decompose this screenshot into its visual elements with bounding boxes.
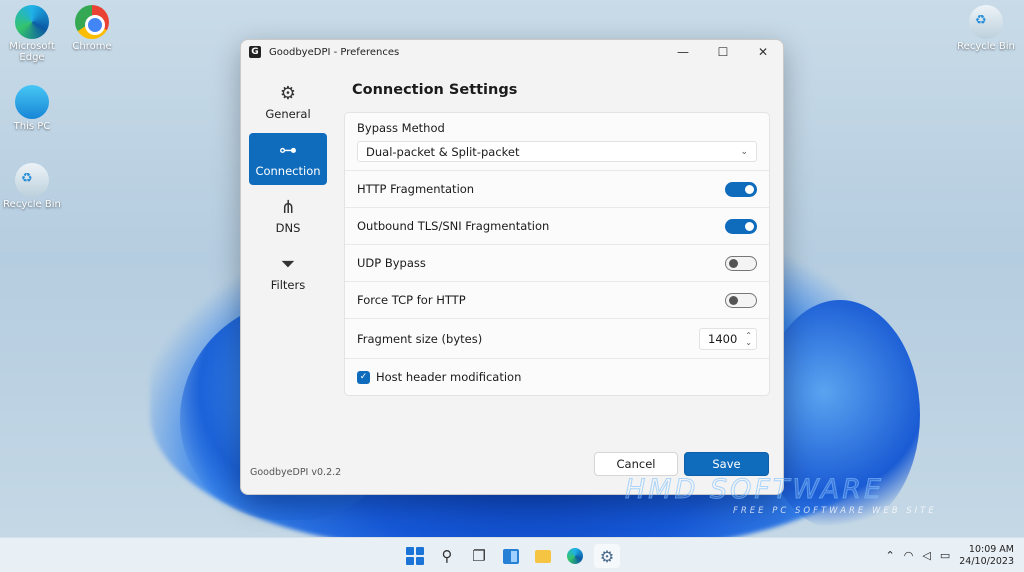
edge-icon xyxy=(567,548,583,564)
settings-card: Bypass Method Dual-packet & Split-packet… xyxy=(344,112,770,396)
minimize-button[interactable]: — xyxy=(663,40,703,64)
http-fragmentation-toggle[interactable] xyxy=(725,181,757,197)
bypass-method-value: Dual-packet & Split-packet xyxy=(366,144,520,159)
watermark: HMD SOFTWARE FREE PC SOFTWARE WEB SITE xyxy=(625,474,937,517)
edge-icon xyxy=(15,5,49,39)
nav-item-general[interactable]: ⚙ General xyxy=(249,76,327,128)
setting-row-host-header: ✓ Host header modification xyxy=(345,359,769,395)
desktop-icon-edge[interactable]: Microsoft Edge xyxy=(0,5,64,63)
desktop-icon-label: Recycle Bin xyxy=(957,41,1015,52)
window-title: GoodbyeDPI - Preferences xyxy=(269,46,400,58)
close-button[interactable]: ✕ xyxy=(743,40,783,64)
nav-item-dns[interactable]: ⋔ DNS xyxy=(249,190,327,242)
setting-row-tls-sni-fragmentation: Outbound TLS/SNI Fragmentation xyxy=(345,208,769,245)
preferences-window: G GoodbyeDPI - Preferences — ☐ ✕ ⚙ Gener… xyxy=(240,39,784,495)
widgets-icon xyxy=(503,548,519,564)
network-nodes-icon: ⋔ xyxy=(280,196,296,218)
setting-label: Outbound TLS/SNI Fragmentation xyxy=(357,219,550,233)
title-bar[interactable]: G GoodbyeDPI - Preferences — ☐ ✕ xyxy=(241,40,783,64)
nav-item-label: DNS xyxy=(275,220,301,235)
chevron-down-icon: ⌄ xyxy=(740,146,748,157)
setting-label: UDP Bypass xyxy=(357,256,426,270)
setting-label: HTTP Fragmentation xyxy=(357,182,475,196)
setting-label: Fragment size (bytes) xyxy=(357,331,483,346)
clock[interactable]: 10:09 AM 24/10/2023 xyxy=(959,544,1014,568)
version-label: GoodbyeDPI v0.2.2 xyxy=(250,467,342,478)
setting-label: Force TCP for HTTP xyxy=(357,293,466,307)
file-explorer-button[interactable] xyxy=(530,544,556,568)
desktop-icon-chrome[interactable]: Chrome xyxy=(60,5,124,52)
bypass-method-row: Bypass Method Dual-packet & Split-packet… xyxy=(345,113,769,171)
goodbyedpi-taskbar-button[interactable]: ⚙ xyxy=(594,544,620,568)
maximize-button[interactable]: ☐ xyxy=(703,40,743,64)
taskbar: ⚲ ❐ ⚙ ⌃ ◠ ◁ ▭ 10:09 AM 24/10/2023 xyxy=(0,537,1024,572)
filter-icon: ⏷ xyxy=(280,253,296,275)
watermark-sub: FREE PC SOFTWARE WEB SITE xyxy=(733,506,937,516)
save-button[interactable]: Save xyxy=(684,452,769,476)
gear-icon: ⚙ xyxy=(599,546,615,566)
host-header-checkbox[interactable]: ✓ xyxy=(357,370,370,384)
connection-settings-panel: Connection Settings Bypass Method Dual-p… xyxy=(344,82,770,396)
recycle-bin-icon xyxy=(969,5,1003,39)
fragment-size-input[interactable]: 1400 ⌃ ⌄ xyxy=(699,327,757,350)
desktop-icon-label: This PC xyxy=(13,121,51,132)
chrome-icon xyxy=(75,5,109,39)
bypass-method-label: Bypass Method xyxy=(357,121,445,135)
wifi-icon[interactable]: ◠ xyxy=(904,549,914,562)
search-button[interactable]: ⚲ xyxy=(434,544,460,568)
gear-icon: ⚙ xyxy=(279,82,297,104)
nav-item-label: General xyxy=(265,106,311,121)
folder-icon xyxy=(535,549,551,563)
fragment-size-value: 1400 xyxy=(708,331,738,346)
bypass-method-select[interactable]: Dual-packet & Split-packet ⌄ xyxy=(357,141,757,162)
edge-taskbar-button[interactable] xyxy=(562,544,588,568)
task-view-button[interactable]: ❐ xyxy=(466,544,492,568)
cancel-button[interactable]: Cancel xyxy=(594,452,678,476)
desktop-icon-label: Microsoft Edge xyxy=(9,41,55,63)
start-button[interactable] xyxy=(402,544,428,568)
task-view-icon: ❐ xyxy=(472,547,486,565)
widgets-button[interactable] xyxy=(498,544,524,568)
page-title: Connection Settings xyxy=(352,82,518,98)
setting-row-fragment-size: Fragment size (bytes) 1400 ⌃ ⌄ xyxy=(345,319,769,359)
force-tcp-toggle[interactable] xyxy=(725,292,757,308)
windows-logo-icon xyxy=(406,547,424,565)
recycle-bin-icon xyxy=(15,163,49,197)
nav-item-label: Connection xyxy=(255,163,321,178)
nav-item-connection[interactable]: ⊶ Connection xyxy=(249,133,327,185)
clock-time: 10:09 AM xyxy=(968,543,1014,555)
udp-bypass-toggle[interactable] xyxy=(725,255,757,271)
desktop-icon-label: Chrome xyxy=(72,41,112,52)
desktop-icon-label: Recycle Bin xyxy=(3,199,61,210)
connection-icon: ⊶ xyxy=(279,139,297,161)
desktop-icon-this-pc[interactable]: This PC xyxy=(0,85,64,132)
setting-row-udp-bypass: UDP Bypass xyxy=(345,245,769,282)
clock-date: 24/10/2023 xyxy=(959,555,1014,567)
tls-sni-fragmentation-toggle[interactable] xyxy=(725,218,757,234)
nav-item-label: Filters xyxy=(270,277,306,292)
desktop-icon-recycle-bin[interactable]: Recycle Bin xyxy=(0,163,64,210)
system-tray: ⌃ ◠ ◁ ▭ 10:09 AM 24/10/2023 xyxy=(886,538,1014,572)
spinner-arrows-icon[interactable]: ⌃ ⌄ xyxy=(745,331,752,346)
chevron-up-icon[interactable]: ⌃ xyxy=(886,549,895,562)
setting-row-http-fragmentation: HTTP Fragmentation xyxy=(345,171,769,208)
battery-icon[interactable]: ▭ xyxy=(940,549,950,562)
desktop-icon-recycle-bin-right[interactable]: Recycle Bin xyxy=(954,5,1018,52)
settings-nav: ⚙ General ⊶ Connection ⋔ DNS ⏷ Filters xyxy=(249,76,327,304)
setting-label: Host header modification xyxy=(376,370,522,384)
nav-item-filters[interactable]: ⏷ Filters xyxy=(249,247,327,299)
search-icon: ⚲ xyxy=(441,547,453,565)
watermark-main: HMD SOFTWARE xyxy=(625,474,885,506)
app-logo-icon: G xyxy=(249,46,261,58)
volume-icon[interactable]: ◁ xyxy=(922,549,930,562)
computer-icon xyxy=(15,85,49,119)
setting-row-force-tcp: Force TCP for HTTP xyxy=(345,282,769,319)
